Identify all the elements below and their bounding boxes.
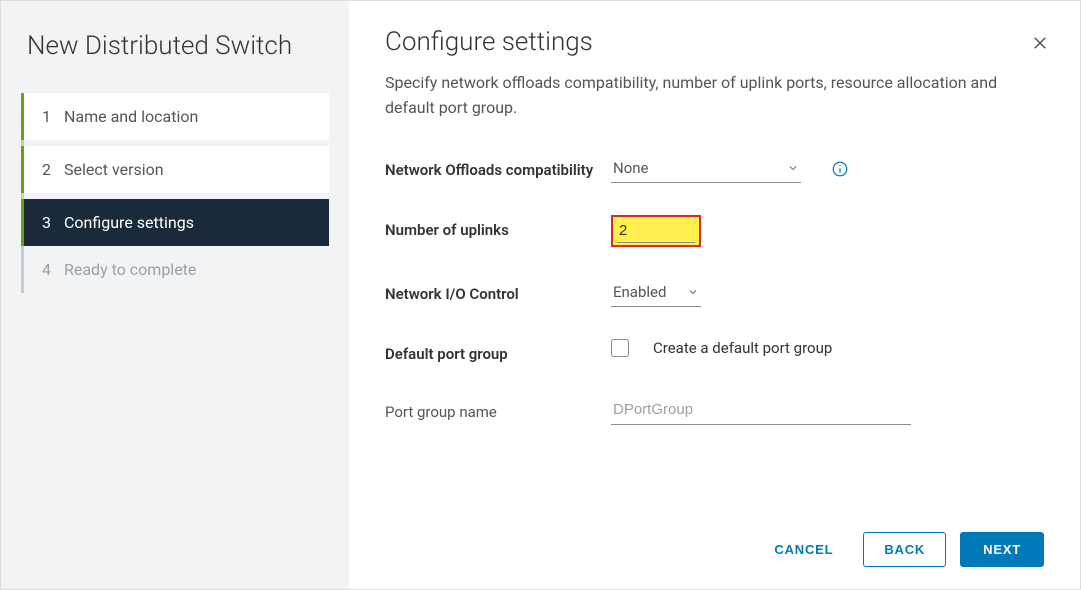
step-label: Configure settings bbox=[64, 213, 194, 232]
wizard-footer: CANCEL BACK NEXT bbox=[385, 532, 1044, 567]
wizard-sidebar: New Distributed Switch 1 Name and locati… bbox=[1, 1, 349, 589]
step-label: Name and location bbox=[64, 107, 198, 126]
wizard-title: New Distributed Switch bbox=[21, 31, 329, 61]
select-value: Enabled bbox=[613, 283, 666, 301]
label-default-port-group: Default port group bbox=[385, 339, 611, 365]
back-button[interactable]: BACK bbox=[863, 532, 946, 567]
step-number: 3 bbox=[42, 213, 64, 232]
row-network-io-control: Network I/O Control Enabled bbox=[385, 279, 1044, 307]
label-port-group-name: Port group name bbox=[385, 397, 611, 423]
step-configure-settings[interactable]: 3 Configure settings bbox=[21, 199, 329, 246]
input-port-group-name[interactable] bbox=[611, 397, 911, 425]
step-label: Select version bbox=[64, 160, 164, 179]
highlight-box bbox=[611, 215, 701, 247]
step-ready-to-complete: 4 Ready to complete bbox=[21, 246, 329, 293]
select-network-io-control[interactable]: Enabled bbox=[611, 279, 701, 307]
step-number: 4 bbox=[42, 260, 64, 279]
row-number-of-uplinks: Number of uplinks bbox=[385, 215, 1044, 247]
step-name-and-location[interactable]: 1 Name and location bbox=[21, 93, 329, 140]
label-network-offloads: Network Offloads compatibility bbox=[385, 155, 611, 181]
select-network-offloads[interactable]: None bbox=[611, 155, 801, 183]
cancel-button[interactable]: CANCEL bbox=[758, 532, 849, 567]
info-icon[interactable] bbox=[831, 160, 849, 178]
wizard-dialog: New Distributed Switch 1 Name and locati… bbox=[0, 0, 1081, 590]
close-icon bbox=[1031, 34, 1049, 56]
page-description: Specify network offloads compatibility, … bbox=[385, 71, 1044, 121]
input-number-of-uplinks[interactable] bbox=[617, 219, 695, 243]
row-default-port-group: Default port group Create a default port… bbox=[385, 339, 1044, 365]
wizard-main: Configure settings Specify network offlo… bbox=[349, 1, 1080, 589]
row-port-group-name: Port group name bbox=[385, 397, 1044, 425]
wizard-steps: 1 Name and location 2 Select version 3 C… bbox=[21, 93, 329, 293]
chevron-down-icon bbox=[787, 162, 799, 174]
chevron-down-icon bbox=[687, 286, 699, 298]
label-number-of-uplinks: Number of uplinks bbox=[385, 215, 611, 241]
close-button[interactable] bbox=[1026, 31, 1054, 59]
page-title: Configure settings bbox=[385, 27, 1044, 57]
next-button[interactable]: NEXT bbox=[960, 532, 1044, 567]
step-select-version[interactable]: 2 Select version bbox=[21, 146, 329, 193]
checkbox-label: Create a default port group bbox=[653, 339, 832, 357]
step-label: Ready to complete bbox=[64, 260, 196, 279]
select-value: None bbox=[613, 159, 649, 177]
row-network-offloads: Network Offloads compatibility None bbox=[385, 155, 1044, 183]
label-network-io-control: Network I/O Control bbox=[385, 279, 611, 305]
step-number: 2 bbox=[42, 160, 64, 179]
step-number: 1 bbox=[42, 107, 64, 126]
checkbox-create-default-port-group[interactable] bbox=[611, 339, 629, 357]
